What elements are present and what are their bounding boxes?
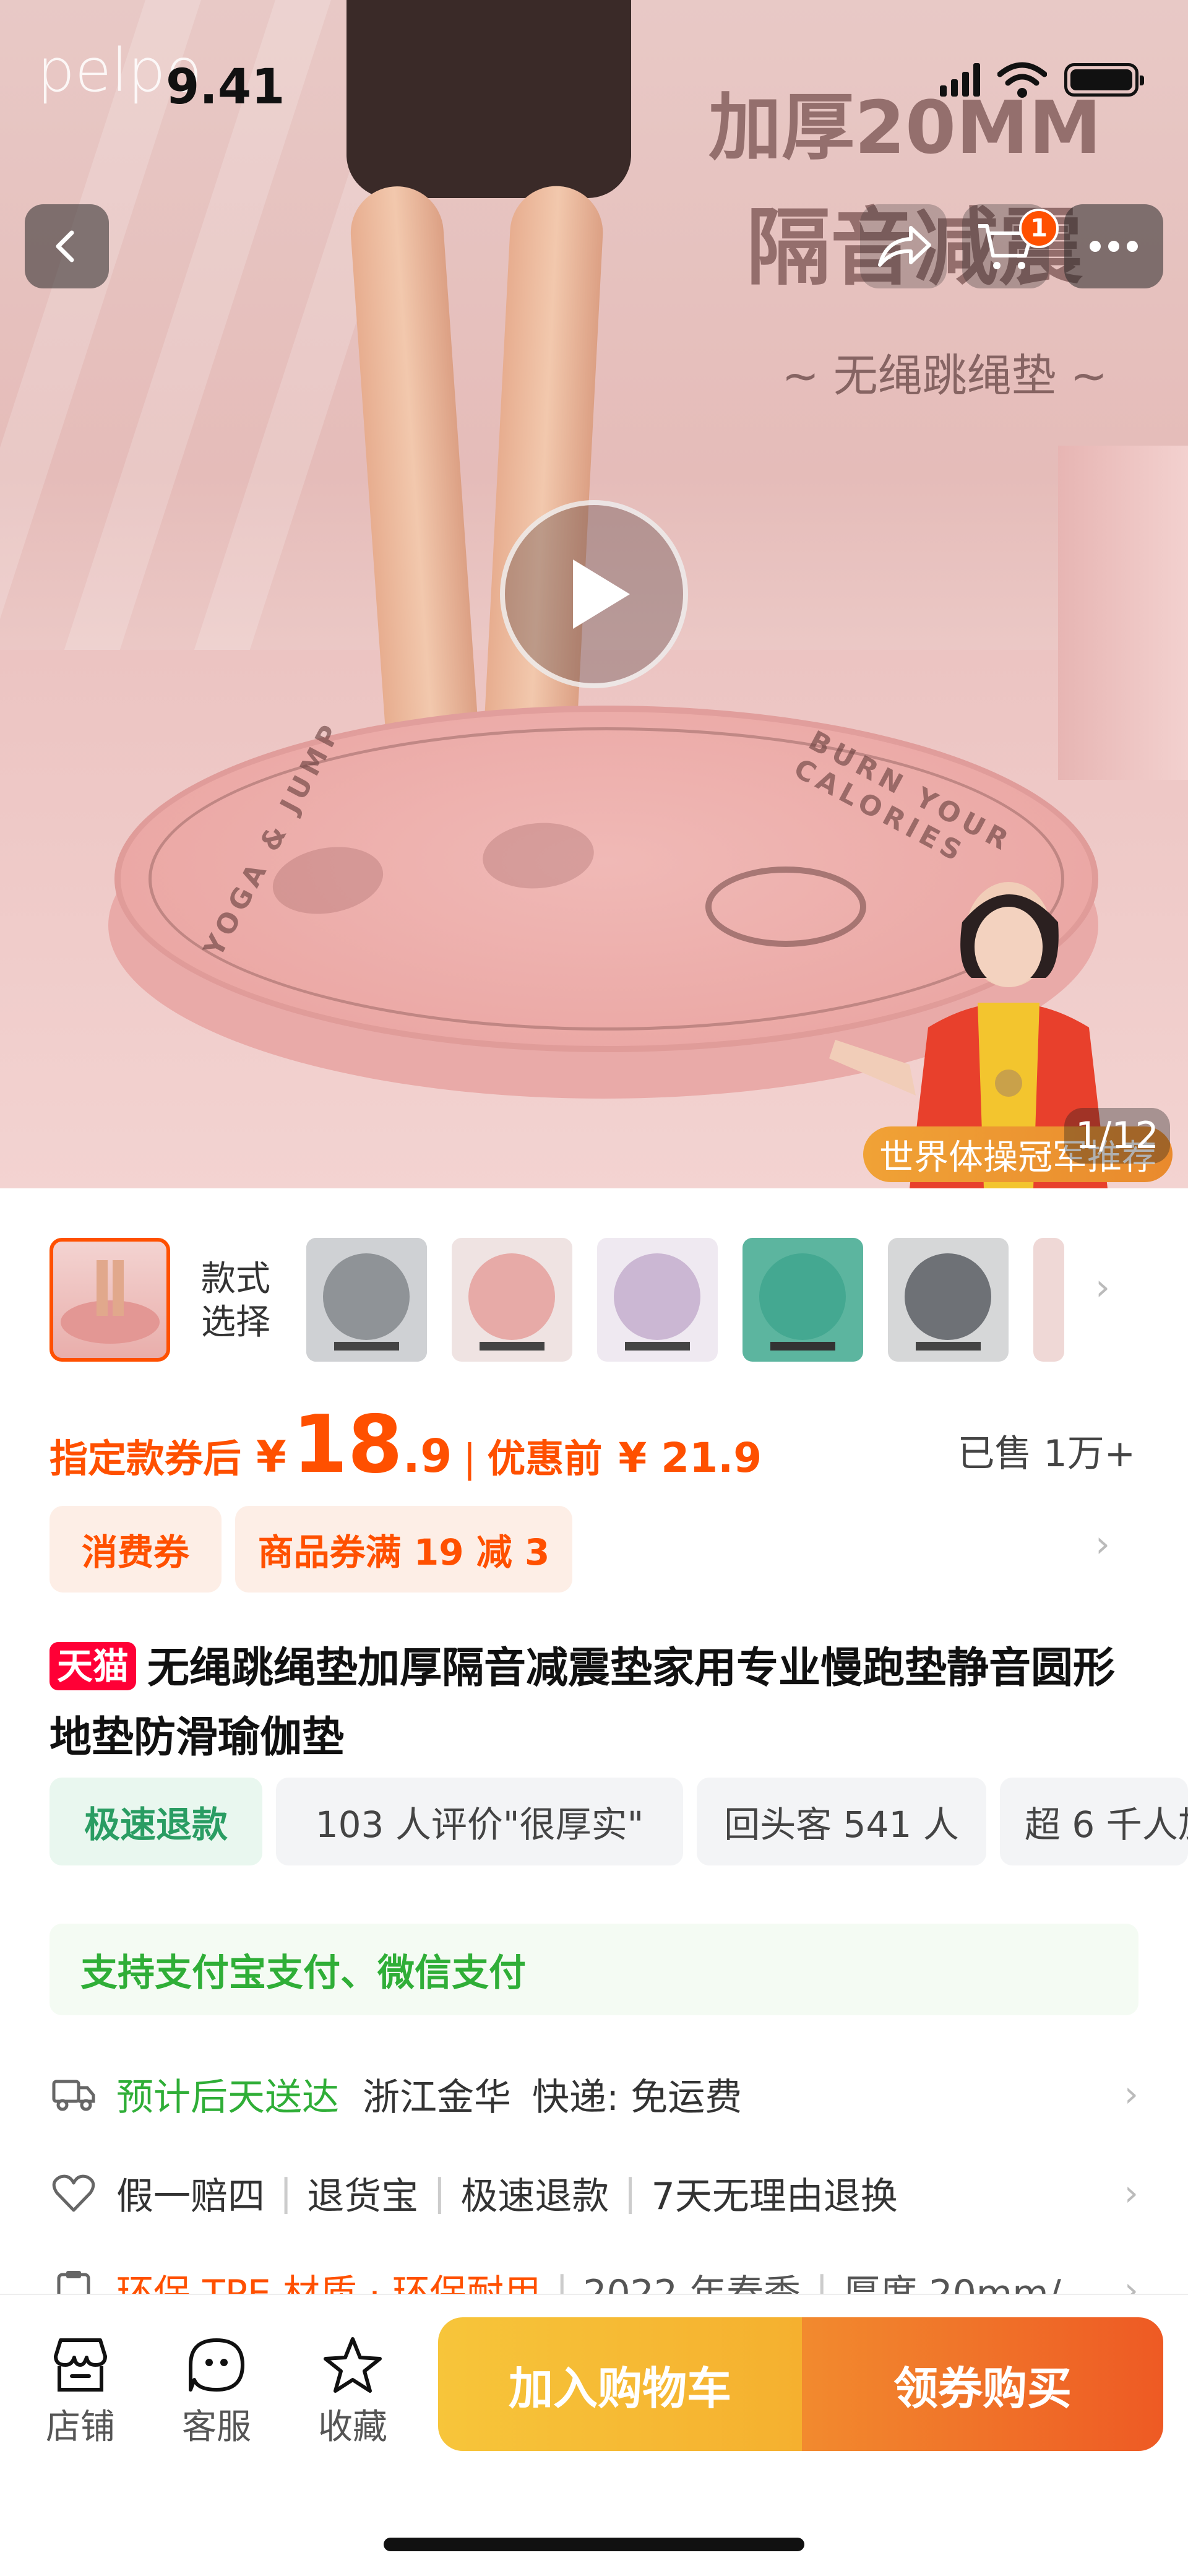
share-button[interactable] xyxy=(860,204,947,288)
price-separator: | xyxy=(463,1436,476,1481)
payment-note: 支持支付宝支付、微信支付 xyxy=(50,1924,1138,2015)
service-label: 客服 xyxy=(182,2407,251,2447)
thumbnail-purple[interactable] xyxy=(597,1238,718,1362)
guarantee-row[interactable]: 假一赔四 | 退货宝 | 极速退款 | 7天无理由退换 › xyxy=(50,2159,1138,2227)
tag-repeat-customers[interactable]: 回头客 541 人 xyxy=(697,1778,986,1865)
wifi-icon xyxy=(997,62,1047,98)
play-video-button[interactable] xyxy=(500,500,688,688)
favorite-button[interactable]: 收藏 xyxy=(300,2331,405,2449)
tag-fast-refund[interactable]: 极速退款 xyxy=(50,1778,262,1865)
product-title-text: 无绳跳绳垫加厚隔音减震垫家用专业慢跑垫静音圆形地垫防滑瑜伽垫 xyxy=(50,1644,1116,1762)
delivery-origin: 浙江金华 xyxy=(363,2075,511,2119)
status-time: 9.41 xyxy=(166,59,285,115)
product-image-carousel[interactable]: YOGA & JUMP BURN YOUR CALORIES 世界体操冠军推荐 … xyxy=(0,0,1188,1188)
before-label: 优惠前 xyxy=(487,1436,603,1481)
delivery-row[interactable]: 预计后天送达 浙江金华 快递: 免运费 › xyxy=(50,2060,1138,2128)
image-counter: 1/12 xyxy=(1064,1108,1170,1164)
coupon-chip[interactable]: 消费券 xyxy=(50,1506,222,1593)
guarantee-item: 极速退款 xyxy=(460,2174,609,2218)
guarantee-item: 退货宝 xyxy=(307,2174,419,2218)
share-icon xyxy=(878,226,931,267)
chat-face-icon xyxy=(164,2331,269,2399)
thumbnail-gray[interactable] xyxy=(306,1238,427,1362)
style-select-label[interactable]: 款式 选择 xyxy=(201,1258,270,1344)
divider: | xyxy=(280,2171,293,2215)
coupon-chip[interactable]: 商品券满 19 减 3 xyxy=(235,1506,572,1593)
guarantee-item: 7天无理由退换 xyxy=(651,2174,898,2218)
guarantee-item: 假一赔四 xyxy=(116,2174,265,2218)
currency-symbol: ¥ xyxy=(256,1432,286,1482)
product-detail-page: YOGA & JUMP BURN YOUR CALORIES 世界体操冠军推荐 … xyxy=(0,0,1188,2576)
product-title: 天猫 无绳跳绳垫加厚隔音减震垫家用专业慢跑垫静音圆形地垫防滑瑜伽垫 xyxy=(50,1634,1151,1773)
tmall-badge: 天猫 xyxy=(50,1642,137,1690)
divider: | xyxy=(433,2171,446,2215)
buy-with-coupon-button[interactable]: 领券购买 xyxy=(802,2317,1163,2451)
truck-icon xyxy=(50,2070,98,2118)
divider: | xyxy=(624,2171,637,2215)
shipping-fee: 快递: 免运费 xyxy=(532,2075,742,2119)
chevron-right-icon[interactable]: › xyxy=(1095,1266,1110,1309)
style-thumbnails: 款式 选择 › xyxy=(0,1232,1188,1374)
sold-count: 已售 1万+ xyxy=(957,1432,1135,1476)
pillar xyxy=(1058,446,1188,780)
chevron-right-icon: › xyxy=(1124,2172,1138,2214)
cart-count-badge: 1 xyxy=(1019,209,1059,248)
play-icon xyxy=(573,560,630,629)
price-integer: 18 xyxy=(292,1399,403,1491)
price-decimal: .9 xyxy=(402,1430,452,1483)
back-button[interactable] xyxy=(25,204,109,288)
shop-label: 店铺 xyxy=(46,2407,115,2447)
status-indicators xyxy=(940,62,1144,98)
promo-line-3: ~ 无绳跳绳垫 ~ xyxy=(781,350,1108,402)
store-icon xyxy=(28,2331,133,2399)
model-shorts xyxy=(346,0,631,198)
thumbnail-teal[interactable] xyxy=(742,1238,863,1362)
service-button[interactable]: 客服 xyxy=(164,2331,269,2449)
price-prefix: 指定款券后 xyxy=(50,1436,242,1481)
signal-icon xyxy=(940,63,980,97)
more-dots-icon xyxy=(1090,241,1138,252)
heart-shield-icon xyxy=(50,2169,98,2217)
chevron-right-icon: › xyxy=(1124,2073,1138,2115)
thumbnail-selected[interactable] xyxy=(50,1238,170,1362)
bottom-action-bar: 店铺 客服 收藏 加入购物车 领券购买 xyxy=(0,2294,1188,2576)
tag-reviews[interactable]: 103 人评价"很厚实" xyxy=(276,1778,683,1865)
chevron-right-icon[interactable]: › xyxy=(1095,1523,1110,1566)
thumbnail-dark-gray[interactable] xyxy=(888,1238,1009,1362)
delivery-eta: 预计后天送达 xyxy=(116,2075,339,2119)
more-button[interactable] xyxy=(1064,204,1163,288)
add-to-cart-button[interactable]: 加入购物车 xyxy=(438,2317,802,2451)
tag-add-to-cart-count[interactable]: 超 6 千人加购 xyxy=(1000,1778,1188,1865)
star-icon xyxy=(300,2331,405,2399)
thumb-mat-image xyxy=(61,1260,160,1344)
battery-icon xyxy=(1064,63,1144,97)
chevron-left-icon xyxy=(56,230,74,262)
thumbnail-pink[interactable] xyxy=(452,1238,572,1362)
before-price: ¥ 21.9 xyxy=(618,1434,762,1482)
thumbnail-partial[interactable] xyxy=(1033,1238,1064,1362)
shop-button[interactable]: 店铺 xyxy=(28,2331,133,2449)
favorite-label: 收藏 xyxy=(318,2407,387,2447)
home-indicator xyxy=(384,2538,804,2551)
